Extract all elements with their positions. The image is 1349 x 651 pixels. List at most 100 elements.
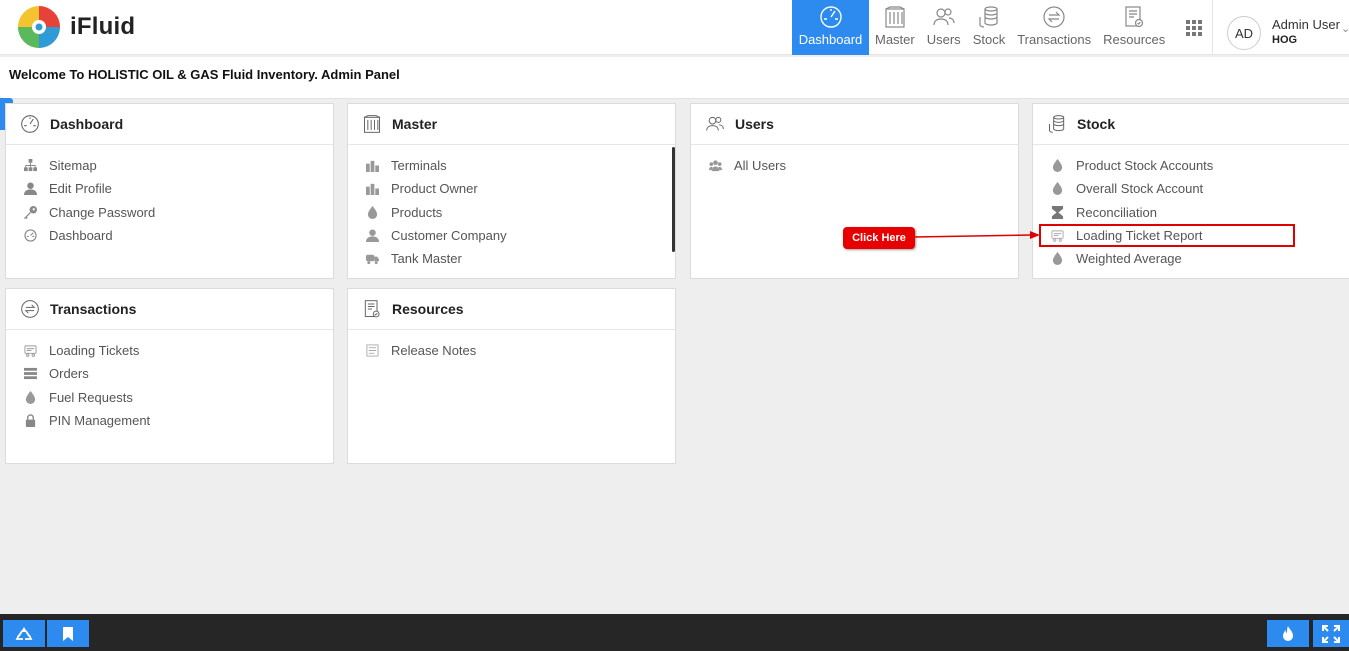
building-icon xyxy=(885,6,905,28)
bookmark-button[interactable] xyxy=(47,620,89,647)
nav-label: Users xyxy=(926,32,961,47)
users-icon xyxy=(933,8,955,26)
user-name[interactable]: Admin User xyxy=(1272,17,1340,32)
bottom-bar xyxy=(0,614,1349,651)
truck-icon xyxy=(366,255,379,265)
notes-icon xyxy=(366,344,379,357)
item-label: Edit Profile xyxy=(49,181,112,197)
list-icon xyxy=(24,368,37,380)
nav-transactions[interactable]: Transactions xyxy=(1011,0,1097,55)
drop-icon xyxy=(25,390,36,404)
nav-label: Stock xyxy=(972,32,1006,47)
card-master: Master Terminals Product Owner Products … xyxy=(347,103,676,279)
expand-icon xyxy=(1322,624,1340,643)
card-transactions: Transactions Loading Tickets Orders Fuel… xyxy=(5,288,334,464)
coins-stack-icon xyxy=(1049,115,1065,133)
welcome-bar: Welcome To HOLISTIC OIL & GAS Fluid Inve… xyxy=(0,57,1349,99)
nav-label: Resources xyxy=(1103,32,1166,47)
item-label: Weighted Average xyxy=(1076,251,1182,267)
dashboard-icon xyxy=(819,6,842,28)
nav-resources[interactable]: Resources xyxy=(1097,0,1171,55)
item-label: Products xyxy=(391,204,443,220)
nav-master[interactable]: Master xyxy=(869,0,921,55)
arrow-right-icon xyxy=(914,231,1040,239)
apps-grid-icon[interactable] xyxy=(1186,20,1202,36)
link-loading-tickets[interactable]: Loading Tickets xyxy=(6,339,333,362)
link-tank-master[interactable]: Tank Master xyxy=(348,247,675,270)
item-label: Dashboard xyxy=(49,228,113,244)
ticket-truck-icon xyxy=(24,345,37,357)
item-label: Orders xyxy=(49,366,89,382)
link-weighted-average[interactable]: Weighted Average xyxy=(1033,247,1349,270)
user-avatar[interactable]: AD xyxy=(1227,16,1261,50)
card-title: Stock xyxy=(1077,116,1116,132)
link-products[interactable]: Products xyxy=(348,201,675,224)
card-header: Resources xyxy=(348,289,675,330)
fullscreen-button[interactable] xyxy=(1313,620,1349,647)
building-icon xyxy=(364,115,380,133)
link-release-notes[interactable]: Release Notes xyxy=(348,339,675,362)
main-nav: Dashboard Master Users Stock Transaction… xyxy=(792,0,1171,55)
drop-icon xyxy=(1052,159,1063,173)
user-icon xyxy=(366,229,379,243)
scrollbar-thumb[interactable] xyxy=(672,147,675,252)
sitemap-icon xyxy=(24,159,37,172)
app-name: iFluid xyxy=(70,13,136,40)
card-resources: Resources Release Notes xyxy=(347,288,676,464)
nav-users[interactable]: Users xyxy=(921,0,967,55)
link-overall-stock-account[interactable]: Overall Stock Account xyxy=(1033,177,1349,200)
ifluid-logo-icon xyxy=(18,6,60,48)
card-title: Resources xyxy=(392,301,464,317)
document-icon xyxy=(1125,6,1144,28)
item-label: Product Owner xyxy=(391,181,478,197)
bookmark-icon xyxy=(63,626,73,641)
item-label: Fuel Requests xyxy=(49,389,133,405)
link-change-password[interactable]: Change Password xyxy=(6,201,333,224)
item-label: Release Notes xyxy=(391,343,477,359)
item-label: Product Stock Accounts xyxy=(1076,158,1214,174)
card-header: Transactions xyxy=(6,289,333,330)
building-icon xyxy=(366,184,379,196)
chevron-down-icon[interactable]: ⌄ xyxy=(1341,22,1349,35)
link-product-stock-accounts[interactable]: Product Stock Accounts xyxy=(1033,154,1349,177)
fire-icon xyxy=(1283,625,1293,641)
card-header: Master xyxy=(348,104,675,145)
drop-icon xyxy=(1052,182,1063,196)
drop-icon xyxy=(1052,252,1063,266)
fire-button[interactable] xyxy=(1267,620,1309,647)
item-label: Terminals xyxy=(391,158,447,174)
exchange-icon xyxy=(21,300,39,318)
app-logo[interactable]: iFluid xyxy=(16,4,135,50)
link-orders[interactable]: Orders xyxy=(6,362,333,385)
link-customer-company[interactable]: Customer Company xyxy=(348,224,675,247)
nav-stock[interactable]: Stock xyxy=(967,0,1012,55)
user-org: HOG xyxy=(1272,34,1298,46)
link-reconciliation[interactable]: Reconciliation xyxy=(1033,201,1349,224)
card-title: Dashboard xyxy=(50,116,124,132)
card-header: Stock xyxy=(1033,104,1349,145)
drop-icon xyxy=(367,205,378,219)
exchange-icon xyxy=(1043,6,1065,28)
card-header: Users xyxy=(691,104,1018,145)
dashboard-icon xyxy=(24,229,37,242)
recycle-icon xyxy=(15,626,33,640)
card-title: Transactions xyxy=(50,301,137,317)
link-dashboard[interactable]: Dashboard xyxy=(6,224,333,247)
nav-dashboard[interactable]: Dashboard xyxy=(792,0,869,55)
link-edit-profile[interactable]: Edit Profile xyxy=(6,177,333,200)
nav-label: Master xyxy=(875,32,915,47)
link-pin-management[interactable]: PIN Management xyxy=(6,409,333,432)
lock-icon xyxy=(25,414,36,428)
link-product-owner[interactable]: Product Owner xyxy=(348,177,675,200)
header-divider xyxy=(1212,0,1213,55)
key-icon xyxy=(24,205,37,219)
link-sitemap[interactable]: Sitemap xyxy=(6,154,333,177)
document-icon xyxy=(364,300,380,318)
recycle-button[interactable] xyxy=(3,620,45,647)
link-terminals[interactable]: Terminals xyxy=(348,154,675,177)
welcome-text: Welcome To HOLISTIC OIL & GAS Fluid Inve… xyxy=(9,67,400,82)
link-fuel-requests[interactable]: Fuel Requests xyxy=(6,386,333,409)
link-all-users[interactable]: All Users xyxy=(691,154,1018,177)
item-label: Sitemap xyxy=(49,158,97,174)
item-label: Loading Tickets xyxy=(49,343,140,359)
